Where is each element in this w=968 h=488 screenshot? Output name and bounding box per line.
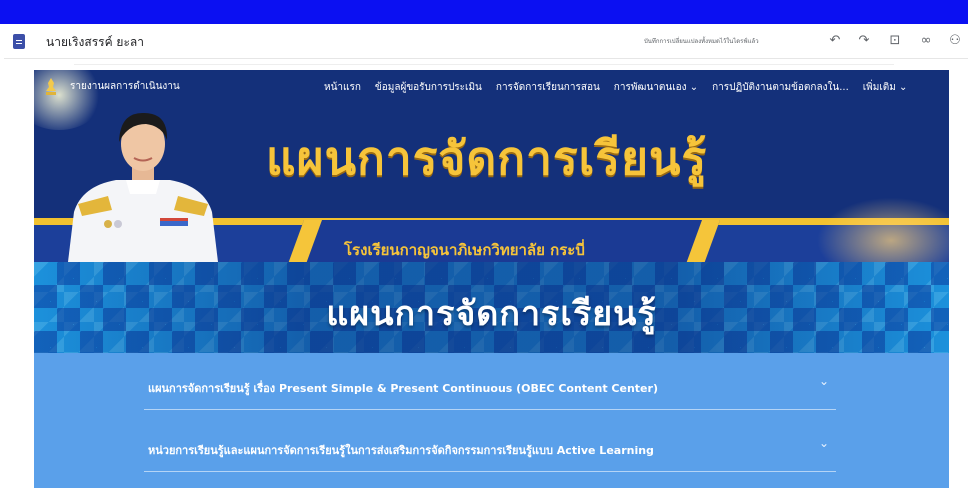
share-icon[interactable]: ⚇ [946,33,964,49]
site-page: รายงานผลการดำเนินงาน หน้าแรก ข้อมูลผู้ขอ… [34,70,949,488]
editor-header: นายเริงสรรค์ ยะลา บันทึกการเปลี่ยนแปลงทั… [4,24,968,59]
hero-heading: แผนการจัดการเรียนรู้ [266,131,708,185]
nav-teaching[interactable]: การจัดการเรียนการสอน [496,80,600,95]
hero-banner: รายงานผลการดำเนินงาน หน้าแรก ข้อมูลผู้ขอ… [34,70,949,262]
site-nav: หน้าแรก ข้อมูลผู้ขอรับการประเมิน การจัดก… [324,80,907,95]
teacher-portrait [68,112,218,262]
chevron-down-icon[interactable]: ⌄ [816,373,832,389]
link-icon[interactable]: ∞ [917,33,935,49]
ruler [74,58,894,65]
school-logo-icon[interactable] [44,78,58,96]
document-title[interactable]: นายเริงสรรค์ ยะลา [46,33,144,52]
google-sites-icon[interactable] [13,34,25,49]
chevron-down-icon[interactable]: ⌄ [816,435,832,451]
site-title[interactable]: รายงานผลการดำเนินงาน [70,79,180,94]
accordion-item[interactable]: หน่วยการเรียนรู้และแผนการจัดการเรียนรู้ใ… [144,421,836,472]
accordion-item[interactable]: แผนการจัดการเรียนรู้ เรื่อง Present Simp… [144,359,836,410]
nav-self-development[interactable]: การพัฒนาตนเอง ⌄ [614,80,698,95]
accordion-item-label[interactable]: หน่วยการเรียนรู้และแผนการจัดการเรียนรู้ใ… [148,441,654,459]
nav-home[interactable]: หน้าแรก [324,80,361,95]
accordion-item-label[interactable]: แผนการจัดการเรียนรู้ เรื่อง Present Simp… [148,379,658,397]
browser-top-bar [0,0,968,24]
nav-agreement[interactable]: การปฏิบัติงานตามข้อตกลงใน... [712,80,849,95]
sparkle-decoration [804,190,949,262]
redo-icon[interactable]: ↷ [855,33,873,49]
undo-icon[interactable]: ↶ [826,33,844,49]
accordion: แผนการจัดการเรียนรู้ เรื่อง Present Simp… [34,353,949,488]
preview-icon[interactable]: ⊡ [886,33,904,49]
nav-applicant-info[interactable]: ข้อมูลผู้ขอรับการประเมิน [375,80,482,95]
sites-editor: นายเริงสรรค์ ยะลา บันทึกการเปลี่ยนแปลงทั… [4,24,968,488]
nav-more[interactable]: เพิ่มเติม ⌄ [863,80,908,95]
section-banner: แผนการจัดการเรียนรู้ [34,262,949,353]
section-heading: แผนการจัดการเรียนรู้ [326,294,657,334]
school-name: โรงเรียนกาญจนาภิเษกวิทยาลัย กระบี่ [344,241,585,259]
save-status: บันทึกการเปลี่ยนแปลงทั้งหมดไว้ในไดรฟ์แล้… [644,38,759,45]
